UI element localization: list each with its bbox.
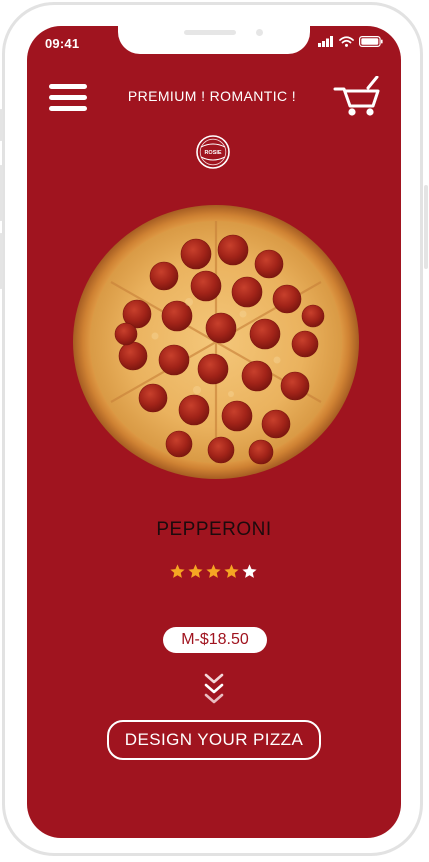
phone-volume-down-button [0,233,3,289]
hamburger-menu-icon[interactable] [49,82,89,114]
star-icon-empty [242,564,257,578]
brand-logo-text: ROSIE [204,150,221,156]
status-icons [318,36,383,47]
wifi-icon [339,36,354,47]
star-icon-filled [206,564,221,578]
status-time: 09:41 [45,36,80,51]
star-icon-filled [170,564,185,578]
header-title: PREMIUM ! ROMANTIC ! [127,88,297,104]
price-size-pill[interactable]: M-$18.50 [163,627,267,653]
app-screen: 09:41 PREMIUM ! ROMANTIC ! ROSIE PEPPERO… [27,26,401,838]
product-name: PEPPERONI [156,519,272,540]
star-rating [169,563,258,580]
phone-power-button [424,185,428,269]
phone-side-button [0,109,3,141]
notch-camera [256,29,263,36]
phone-notch [118,26,310,54]
phone-volume-up-button [0,165,3,221]
pepperoni-pizza-image [71,204,361,480]
battery-icon [359,36,383,47]
star-icon-filled [224,564,239,578]
star-icon-filled [188,564,203,578]
cellular-signal-icon [318,36,333,47]
notch-speaker [184,30,236,35]
shopping-cart-icon[interactable] [333,75,381,118]
design-your-pizza-button[interactable]: DESIGN YOUR PIZZA [107,720,321,760]
double-chevron-down-icon[interactable] [203,672,225,704]
brand-logo: ROSIE [195,134,231,170]
